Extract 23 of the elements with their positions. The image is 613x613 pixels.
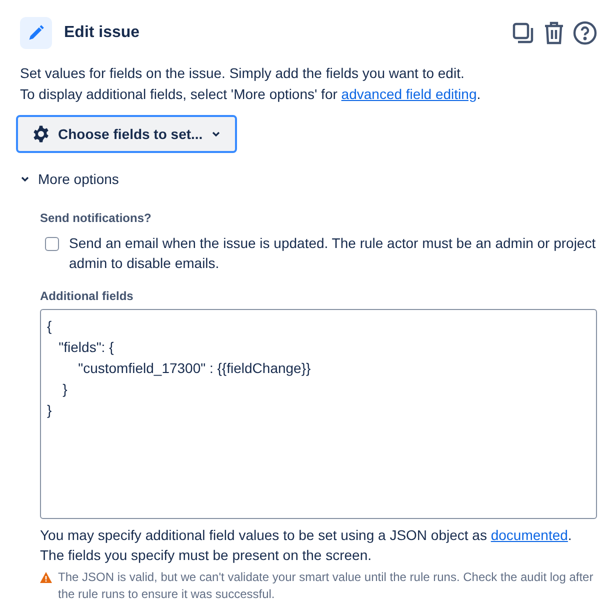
trash-icon[interactable] (543, 21, 565, 45)
panel-title: Edit issue (64, 24, 141, 42)
pencil-icon (20, 17, 52, 49)
documented-link[interactable]: documented (490, 527, 568, 543)
gear-icon (32, 125, 50, 143)
help-text: You may specify additional field values to be set using a JSON object as documented. (40, 526, 573, 545)
json-input-field[interactable]: { "fields": { "customfield_17300" : {{fieldChange}} } } (40, 309, 597, 519)
description-line: To display additional fields, select 'More options' for advanced field editing. (20, 85, 482, 104)
help-text: The fields you specify must be present on the screen. (40, 546, 373, 565)
field-label: Send notifications? (40, 211, 152, 225)
description-line: Set values for fields on the issue. Simply add the fields you want to edit. (20, 64, 466, 83)
chevron-down-icon (20, 174, 30, 184)
checkbox[interactable] (45, 237, 59, 251)
chevron-down-icon (210, 129, 221, 139)
checkbox-label: Send an email when the issue is updated. The rule actor must be an admin or project admin to disable emails. (69, 234, 597, 273)
copy-icon[interactable] (511, 21, 535, 45)
choose-fields-button[interactable]: Choose fields to set... (16, 115, 237, 153)
warning-message: The JSON is valid, but we can't validate your smart value until the rule runs. Check the audit log after the rule runs to ensure it was successful. (58, 569, 594, 603)
more-options-toggle[interactable]: More options (20, 171, 119, 187)
help-icon[interactable] (573, 21, 597, 45)
advanced-editing-link[interactable]: advanced field editing (341, 86, 477, 102)
field-label: Additional fields (40, 289, 134, 303)
warning-icon (40, 572, 52, 583)
